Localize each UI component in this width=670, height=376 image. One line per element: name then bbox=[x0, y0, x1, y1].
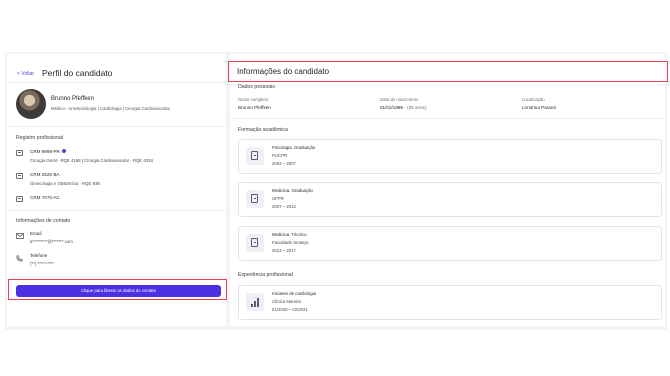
release-contact-button[interactable]: Clique para liberar os dados do contato bbox=[16, 285, 221, 297]
personal-divider bbox=[230, 118, 665, 119]
phone-value: (**) *****-**** bbox=[30, 261, 54, 266]
back-link[interactable]: < Voltar bbox=[17, 71, 34, 77]
certificate-icon bbox=[246, 234, 264, 252]
registry-detail: Cirurgia Geral - RQE 4168 | Cirurgia Car… bbox=[30, 158, 153, 163]
candidate-name: Brunno Pfeffken bbox=[51, 96, 94, 102]
registry-divider bbox=[7, 210, 226, 211]
education-course: Medicina, Graduação bbox=[272, 188, 313, 193]
avatar bbox=[16, 89, 46, 119]
education-school: UFPR bbox=[272, 196, 284, 201]
education-period: 2013 – 2017 bbox=[272, 248, 296, 253]
app-frame: < Voltar Perfil do candidato Brunno Pfef… bbox=[5, 52, 667, 330]
registry-detail: Ginecologia e Obstetrícia - RQE 938 bbox=[30, 181, 100, 186]
education-period: 2002 – 2007 bbox=[272, 161, 296, 166]
education-period: 2007 – 2012 bbox=[272, 204, 296, 209]
registry-code: CRM 7070-AC bbox=[30, 195, 60, 200]
page-title: Perfil do candidato bbox=[42, 68, 113, 78]
section-title: Informações do candidato bbox=[237, 67, 330, 76]
experience-company: Clínica Mareira bbox=[272, 299, 301, 304]
phone-label: Telefone bbox=[30, 253, 48, 258]
education-school: Faculdade Smasys bbox=[272, 240, 309, 245]
header-divider bbox=[7, 82, 226, 83]
fullname-value: Brunno Pfeffken bbox=[238, 105, 271, 110]
email-label: Email bbox=[30, 231, 42, 236]
education-card: Medicina, Técnico Faculdade Smasys 2013 … bbox=[238, 226, 662, 261]
mail-icon bbox=[16, 233, 24, 239]
verified-badge-icon bbox=[61, 149, 66, 153]
title-divider bbox=[230, 81, 665, 82]
profile-divider bbox=[7, 126, 226, 127]
registry-code: CRM 9999-PR bbox=[30, 149, 66, 154]
candidate-info-panel: Informações do candidato Dados pessoais … bbox=[230, 54, 665, 326]
experience-period: 01/2020 – 02/2021 bbox=[272, 307, 308, 312]
certificate-icon bbox=[246, 190, 264, 208]
location-value: Londrina Paraná bbox=[522, 105, 556, 110]
education-card: Psicologia, Graduação PUCPR 2002 – 2007 bbox=[238, 139, 662, 174]
birthdate-value: 01/02/1989 - (35 anos) bbox=[380, 105, 427, 110]
registry-heading: Registro profissional bbox=[16, 135, 63, 141]
experience-card: Iniciante de cardiologia Clínica Mareira… bbox=[238, 285, 662, 320]
certificate-icon bbox=[246, 147, 264, 165]
location-label: Localização bbox=[522, 97, 545, 102]
candidate-profile-panel: < Voltar Perfil do candidato Brunno Pfef… bbox=[7, 54, 226, 326]
education-course: Psicologia, Graduação bbox=[272, 145, 316, 150]
education-course: Medicina, Técnico bbox=[272, 232, 307, 237]
education-card: Medicina, Graduação UFPR 2007 – 2012 bbox=[238, 182, 662, 217]
education-heading: Formação acadêmica bbox=[238, 127, 288, 133]
contact-heading: Informações de contato bbox=[16, 218, 71, 224]
candidate-specialties: Médico - Anestesiologia | Cardiologia | … bbox=[51, 106, 171, 111]
personal-heading: Dados pessoais bbox=[238, 84, 275, 90]
document-icon bbox=[16, 150, 23, 156]
email-value: a*********@*******.com bbox=[30, 239, 73, 244]
birthdate-label: Data de nascimento bbox=[380, 97, 419, 102]
document-icon bbox=[16, 173, 23, 179]
document-icon bbox=[16, 196, 23, 202]
chart-icon bbox=[246, 293, 264, 311]
education-school: PUCPR bbox=[272, 153, 288, 158]
experience-role: Iniciante de cardiologia bbox=[272, 291, 316, 296]
phone-icon bbox=[16, 255, 23, 262]
fullname-label: Nome completo bbox=[238, 97, 269, 102]
registry-code: CRM 2525-BA bbox=[30, 172, 60, 177]
experience-heading: Experiência profissional bbox=[238, 272, 293, 278]
